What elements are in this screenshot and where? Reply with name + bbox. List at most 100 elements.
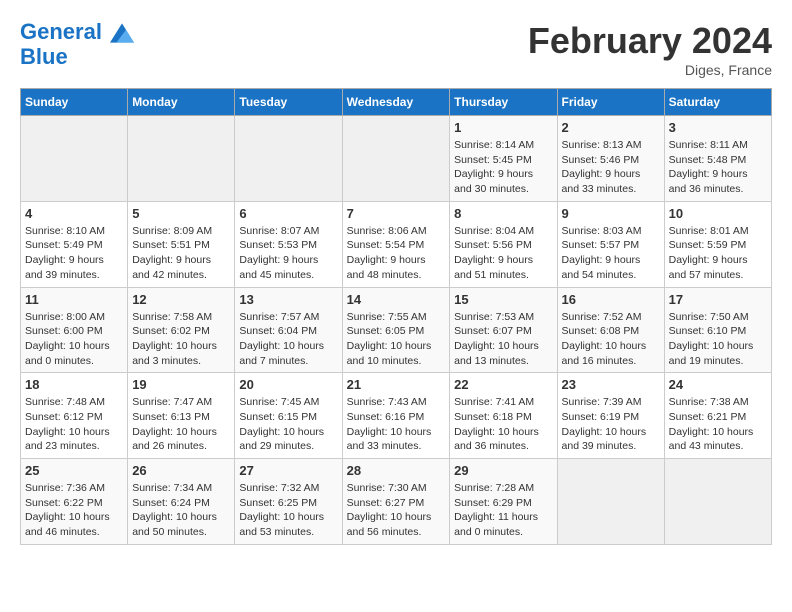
day-number: 6 [239,206,337,221]
cell-info: Sunrise: 7:28 AMSunset: 6:29 PMDaylight:… [454,481,552,540]
cell-info: Sunrise: 7:48 AMSunset: 6:12 PMDaylight:… [25,395,123,454]
calendar-cell: 29 Sunrise: 7:28 AMSunset: 6:29 PMDayligh… [450,459,557,545]
cell-info: Sunrise: 8:06 AMSunset: 5:54 PMDaylight:… [347,224,446,283]
day-number: 3 [669,120,767,135]
cell-info: Sunrise: 7:36 AMSunset: 6:22 PMDaylight:… [25,481,123,540]
cell-info: Sunrise: 7:30 AMSunset: 6:27 PMDaylight:… [347,481,446,540]
calendar-week-row: 11Sunrise: 8:00 AMSunset: 6:00 PMDayligh… [21,287,772,373]
day-number: 27 [239,463,337,478]
day-number: 29 [454,463,552,478]
cell-info: Sunrise: 7:58 AMSunset: 6:02 PMDaylight:… [132,310,230,369]
weekday-header: Thursday [450,89,557,116]
cell-info: Sunrise: 7:45 AMSunset: 6:15 PMDaylight:… [239,395,337,454]
cell-info: Sunrise: 7:52 AMSunset: 6:08 PMDaylight:… [562,310,660,369]
day-number: 28 [347,463,446,478]
cell-info: Sunrise: 8:10 AMSunset: 5:49 PMDaylight:… [25,224,123,283]
calendar-cell [128,116,235,202]
weekday-header: Saturday [664,89,771,116]
calendar-table: SundayMondayTuesdayWednesdayThursdayFrid… [20,88,772,545]
day-number: 25 [25,463,123,478]
cell-info: Sunrise: 8:01 AMSunset: 5:59 PMDaylight:… [669,224,767,283]
calendar-cell: 8Sunrise: 8:04 AMSunset: 5:56 PMDaylight… [450,201,557,287]
calendar-cell: 20 Sunrise: 7:45 AMSunset: 6:15 PMDayligh… [235,373,342,459]
calendar-week-row: 1 Sunrise: 8:14 AMSunset: 5:45 PMDaylight… [21,116,772,202]
calendar-cell: 12 Sunrise: 7:58 AMSunset: 6:02 PMDayligh… [128,287,235,373]
calendar-cell: 2 Sunrise: 8:13 AMSunset: 5:46 PMDaylight… [557,116,664,202]
cell-info: Sunrise: 7:57 AMSunset: 6:04 PMDaylight:… [239,310,337,369]
day-number: 22 [454,377,552,392]
cell-info: Sunrise: 7:34 AMSunset: 6:24 PMDaylight:… [132,481,230,540]
calendar-week-row: 25 Sunrise: 7:36 AMSunset: 6:22 PMDayligh… [21,459,772,545]
day-number: 1 [454,120,552,135]
calendar-cell: 25 Sunrise: 7:36 AMSunset: 6:22 PMDayligh… [21,459,128,545]
cell-info: Sunrise: 7:32 AMSunset: 6:25 PMDaylight:… [239,481,337,540]
day-number: 24 [669,377,767,392]
cell-info: Sunrise: 8:13 AMSunset: 5:46 PMDaylight:… [562,138,660,197]
weekday-header: Tuesday [235,89,342,116]
calendar-cell: 6 Sunrise: 8:07 AMSunset: 5:53 PMDaylight… [235,201,342,287]
day-number: 5 [132,206,230,221]
calendar-cell: 24 Sunrise: 7:38 AMSunset: 6:21 PMDayligh… [664,373,771,459]
logo-text2: Blue [20,45,134,69]
day-number: 13 [239,292,337,307]
day-number: 12 [132,292,230,307]
calendar-cell: 1 Sunrise: 8:14 AMSunset: 5:45 PMDaylight… [450,116,557,202]
calendar-cell: 15 Sunrise: 7:53 AMSunset: 6:07 PMDayligh… [450,287,557,373]
cell-info: Sunrise: 8:07 AMSunset: 5:53 PMDaylight:… [239,224,337,283]
cell-info: Sunrise: 7:41 AMSunset: 6:18 PMDaylight:… [454,395,552,454]
cell-info: Sunrise: 8:11 AMSunset: 5:48 PMDaylight:… [669,138,767,197]
day-number: 16 [562,292,660,307]
calendar-cell: 23 Sunrise: 7:39 AMSunset: 6:19 PMDayligh… [557,373,664,459]
logo-text: General [20,20,134,45]
calendar-cell: 18 Sunrise: 7:48 AMSunset: 6:12 PMDayligh… [21,373,128,459]
calendar-cell: 5 Sunrise: 8:09 AMSunset: 5:51 PMDaylight… [128,201,235,287]
logo: General Blue [20,20,134,69]
day-number: 18 [25,377,123,392]
cell-info: Sunrise: 8:14 AMSunset: 5:45 PMDaylight:… [454,138,552,197]
cell-info: Sunrise: 7:38 AMSunset: 6:21 PMDaylight:… [669,395,767,454]
day-number: 23 [562,377,660,392]
day-number: 21 [347,377,446,392]
calendar-cell: 16 Sunrise: 7:52 AMSunset: 6:08 PMDayligh… [557,287,664,373]
calendar-cell [557,459,664,545]
day-number: 15 [454,292,552,307]
cell-info: Sunrise: 7:39 AMSunset: 6:19 PMDaylight:… [562,395,660,454]
calendar-cell: 19 Sunrise: 7:47 AMSunset: 6:13 PMDayligh… [128,373,235,459]
weekday-header: Monday [128,89,235,116]
calendar-cell [235,116,342,202]
day-number: 10 [669,206,767,221]
day-number: 17 [669,292,767,307]
calendar-cell: 11Sunrise: 8:00 AMSunset: 6:00 PMDayligh… [21,287,128,373]
day-number: 20 [239,377,337,392]
day-number: 2 [562,120,660,135]
calendar-cell: 28 Sunrise: 7:30 AMSunset: 6:27 PMDayligh… [342,459,450,545]
day-number: 9 [562,206,660,221]
weekday-header: Sunday [21,89,128,116]
calendar-cell: 17Sunrise: 7:50 AMSunset: 6:10 PMDayligh… [664,287,771,373]
title-block: February 2024 Diges, France [528,20,772,78]
calendar-cell [664,459,771,545]
calendar-cell: 3 Sunrise: 8:11 AMSunset: 5:48 PMDaylight… [664,116,771,202]
calendar-week-row: 18 Sunrise: 7:48 AMSunset: 6:12 PMDayligh… [21,373,772,459]
cell-info: Sunrise: 8:03 AMSunset: 5:57 PMDaylight:… [562,224,660,283]
month-title: February 2024 [528,20,772,62]
calendar-cell: 27 Sunrise: 7:32 AMSunset: 6:25 PMDayligh… [235,459,342,545]
calendar-cell: 13 Sunrise: 7:57 AMSunset: 6:04 PMDayligh… [235,287,342,373]
day-number: 14 [347,292,446,307]
day-number: 7 [347,206,446,221]
day-number: 4 [25,206,123,221]
cell-info: Sunrise: 8:09 AMSunset: 5:51 PMDaylight:… [132,224,230,283]
weekday-header-row: SundayMondayTuesdayWednesdayThursdayFrid… [21,89,772,116]
cell-info: Sunrise: 7:47 AMSunset: 6:13 PMDaylight:… [132,395,230,454]
day-number: 19 [132,377,230,392]
weekday-header: Wednesday [342,89,450,116]
calendar-cell: 4 Sunrise: 8:10 AMSunset: 5:49 PMDaylight… [21,201,128,287]
day-number: 26 [132,463,230,478]
weekday-header: Friday [557,89,664,116]
cell-info: Sunrise: 7:53 AMSunset: 6:07 PMDaylight:… [454,310,552,369]
cell-info: Sunrise: 7:43 AMSunset: 6:16 PMDaylight:… [347,395,446,454]
calendar-cell: 22 Sunrise: 7:41 AMSunset: 6:18 PMDayligh… [450,373,557,459]
calendar-cell [342,116,450,202]
calendar-cell: 21 Sunrise: 7:43 AMSunset: 6:16 PMDayligh… [342,373,450,459]
day-number: 8 [454,206,552,221]
